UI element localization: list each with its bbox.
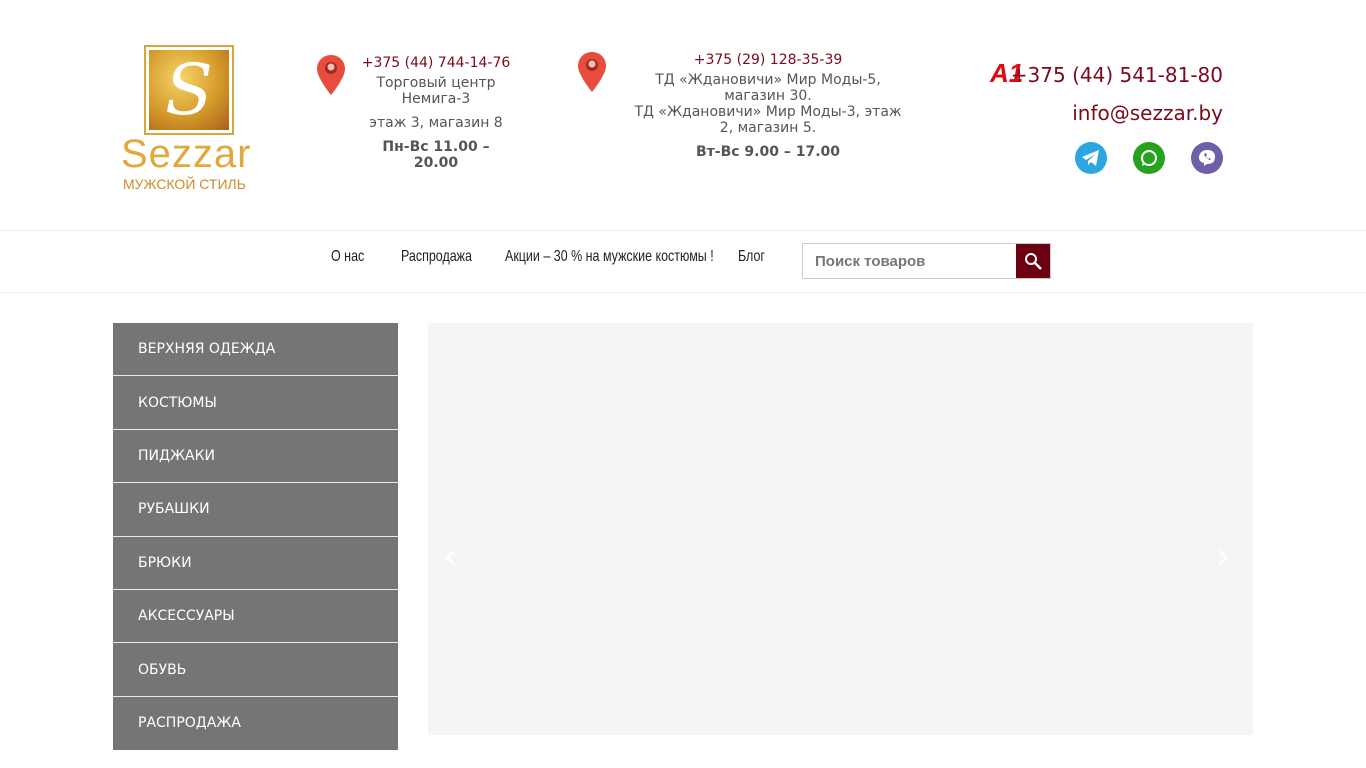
category-menu: ВЕРХНЯЯ ОДЕЖДА КОСТЮМЫ ПИДЖАКИ РУБАШКИ Б… xyxy=(113,323,398,751)
slider-prev-arrow-icon[interactable]: ‹ xyxy=(443,536,457,577)
category-item[interactable]: АКСЕССУАРЫ xyxy=(113,589,398,644)
contact-email[interactable]: info@sezzar.by xyxy=(1072,101,1223,125)
nav-about[interactable]: О нас xyxy=(331,248,364,266)
whatsapp-icon[interactable] xyxy=(1133,142,1165,174)
store1-info: +375 (44) 744-14-76 Торговый центр Немиг… xyxy=(360,55,512,171)
category-item[interactable]: РАСПРОДАЖА xyxy=(113,696,398,751)
nav-promo[interactable]: Акции – 30 % на мужские костюмы ! xyxy=(505,248,714,266)
category-item[interactable]: КОСТЮМЫ xyxy=(113,376,398,430)
category-item[interactable]: ВЕРХНЯЯ ОДЕЖДА xyxy=(113,323,398,377)
contact-phone[interactable]: +375 (44) 541-81-80 xyxy=(1011,63,1223,87)
map-pin-icon xyxy=(317,55,345,95)
store2-phone[interactable]: +375 (29) 128-35-39 xyxy=(628,52,908,68)
banner-slider xyxy=(428,323,1253,735)
main-nav: О нас Распродажа Акции – 30 % на мужские… xyxy=(0,230,1366,293)
viber-icon[interactable] xyxy=(1191,142,1223,174)
logo[interactable]: S Sezzar МУЖСКОЙ СТИЛЬ xyxy=(115,44,260,194)
category-item[interactable]: ОБУВЬ xyxy=(113,643,398,697)
store1-phone[interactable]: +375 (44) 744-14-76 xyxy=(360,55,512,71)
store2-info: +375 (29) 128-35-39 ТД «Ждановичи» Мир М… xyxy=(628,52,908,160)
telegram-icon[interactable] xyxy=(1075,142,1107,174)
search-button[interactable] xyxy=(1016,244,1050,278)
map-pin-icon xyxy=(578,52,606,92)
category-item[interactable]: РУБАШКИ xyxy=(113,483,398,537)
search-icon xyxy=(1025,253,1042,270)
search-input[interactable] xyxy=(803,244,1016,278)
nav-blog[interactable]: Блог xyxy=(738,248,765,266)
slider-next-arrow-icon[interactable]: › xyxy=(1216,536,1230,577)
category-item[interactable]: БРЮКИ xyxy=(113,536,398,590)
nav-sale[interactable]: Распродажа xyxy=(401,248,472,266)
category-item[interactable]: ПИДЖАКИ xyxy=(113,429,398,484)
search-form xyxy=(802,243,1051,279)
